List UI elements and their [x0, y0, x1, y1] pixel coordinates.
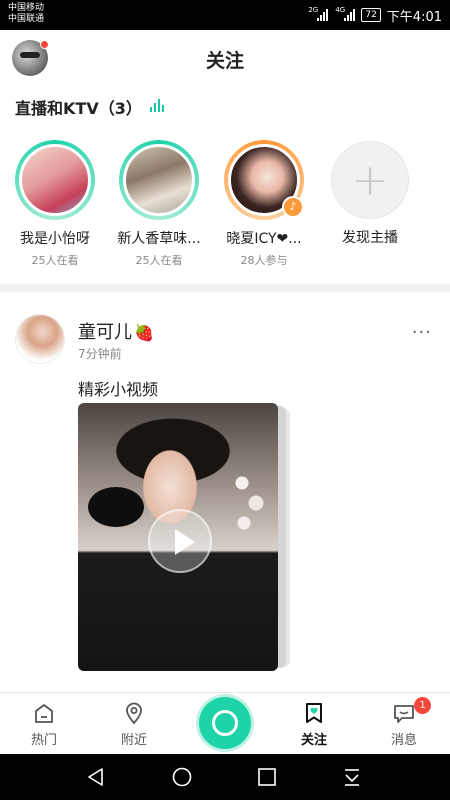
battery-indicator: 72 [361, 8, 381, 22]
network-type-2: 4G [335, 6, 346, 14]
section-divider [0, 284, 450, 292]
post-author-avatar[interactable] [15, 314, 65, 364]
chat-bubble-icon [394, 705, 414, 723]
live-name: 我是小怡呀 [20, 231, 90, 247]
post-time: 7分钟前 [78, 347, 122, 361]
live-viewer-count: 25人在看 [135, 254, 183, 267]
live-avatar [19, 144, 91, 216]
clock: 下午4:01 [386, 9, 442, 25]
live-list: 我是小怡呀 25人在看 新人香草味... 25人在看 ♪ 晓夏ICY❤... 2… [0, 140, 450, 270]
live-avatar-ring: ♪ [224, 140, 304, 220]
network-type-1: 2G [308, 6, 319, 14]
video-card[interactable] [78, 403, 290, 671]
live-avatar-ring [119, 140, 199, 220]
tab-label: 关注 [300, 733, 327, 748]
home-icon [35, 704, 53, 723]
status-icons: 2G 4G 72 下午4:01 [308, 6, 442, 25]
live-name: 晓夏ICY❤... [226, 231, 302, 247]
tab-label: 消息 [390, 733, 417, 748]
discover-host-button[interactable]: + 发现主播 [320, 140, 420, 247]
video-thumbnail[interactable] [78, 403, 278, 671]
tab-label: 热门 [30, 733, 57, 748]
unread-badge: 1 [414, 697, 431, 714]
back-icon[interactable] [86, 767, 106, 787]
live-viewer-count: 25人在看 [31, 254, 79, 267]
live-viewer-count: 28人参与 [240, 254, 288, 267]
status-bar: 中国移动 中国联通 2G 4G 72 下午4:01 [0, 0, 450, 30]
live-avatar [123, 144, 195, 216]
camera-record-button[interactable] [199, 697, 251, 749]
tab-nearby[interactable]: 附近 [104, 701, 164, 748]
page-title: 关注 [205, 50, 244, 72]
more-options-button[interactable]: ··· [412, 322, 432, 343]
post-author-text: 童可儿 [78, 322, 132, 343]
live-item[interactable]: 我是小怡呀 25人在看 [5, 140, 105, 268]
play-icon[interactable] [148, 509, 212, 573]
tab-hot[interactable]: 热门 [14, 701, 74, 748]
live-equalizer-icon [150, 98, 164, 112]
live-item[interactable]: 新人香草味... 25人在看 [109, 140, 209, 268]
discover-host-label: 发现主播 [342, 230, 398, 246]
home-circle-icon[interactable] [172, 767, 192, 787]
location-pin-icon [126, 702, 142, 725]
plus-icon: + [331, 141, 409, 219]
live-item[interactable]: ♪ 晓夏ICY❤... 28人参与 [214, 140, 314, 268]
flower-decor [232, 463, 266, 563]
microphone-image [88, 487, 144, 527]
app-header: 关注 [0, 30, 450, 86]
live-avatar-ring [15, 140, 95, 220]
microphone-icon: ♪ [282, 196, 304, 218]
recent-apps-icon[interactable] [257, 767, 277, 787]
notification-pulldown-icon[interactable] [342, 767, 362, 787]
post-text: 精彩小视频 [78, 380, 159, 399]
system-nav-bar [0, 754, 450, 800]
tab-following[interactable]: 关注 [284, 701, 344, 748]
live-section-title: 直播和KTV（3） [15, 99, 142, 118]
carrier-info: 中国移动 中国联通 [8, 3, 44, 25]
carrier-1: 中国移动 [8, 3, 45, 13]
signal-icon-2: 4G [335, 6, 356, 21]
bottom-tab-bar: 热门 附近 关注 1 消息 [0, 692, 450, 754]
bookmark-heart-icon [306, 703, 322, 723]
live-name: 新人香草味... [117, 231, 201, 247]
tab-label: 附近 [120, 733, 147, 748]
strawberry-icon: 🍓 [134, 323, 154, 342]
carrier-2: 中国联通 [8, 14, 45, 24]
tab-messages[interactable]: 1 消息 [374, 697, 434, 748]
signal-icon: 2G [308, 6, 329, 21]
post-author-name[interactable]: 童可儿 🍓 [78, 318, 154, 344]
